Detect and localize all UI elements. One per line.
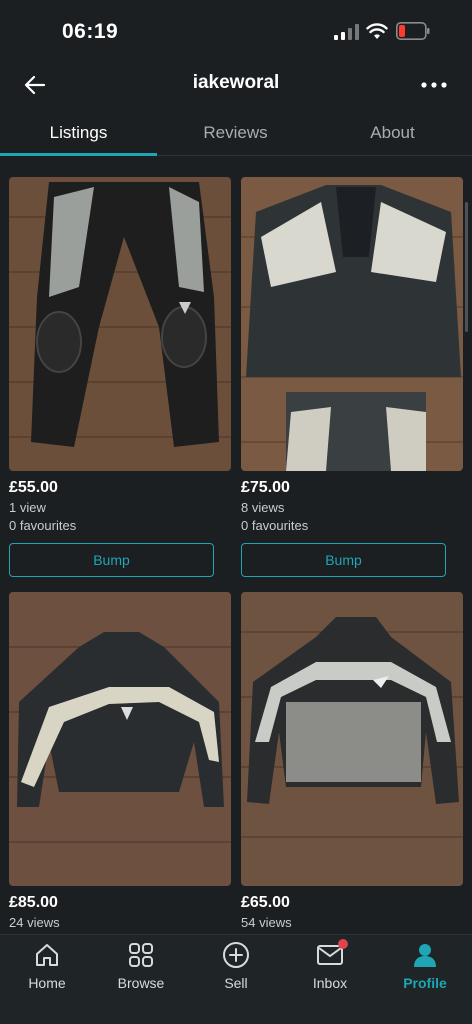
listing-price: £55.00: [9, 479, 58, 496]
listing-views: 1 view: [9, 500, 46, 515]
listing-card[interactable]: £85.00 24 views: [9, 592, 231, 930]
nav-profile[interactable]: Profile: [378, 941, 472, 1001]
bump-button[interactable]: Bump: [9, 543, 214, 577]
nav-label: Inbox: [312, 975, 348, 991]
listing-photo[interactable]: [241, 177, 463, 471]
tab-about[interactable]: About: [314, 110, 471, 156]
tab-reviews[interactable]: Reviews: [157, 110, 314, 156]
tab-indicator: [0, 153, 157, 156]
plus-circle-icon: [222, 941, 250, 969]
listing-photo[interactable]: [9, 177, 231, 471]
nav-sell[interactable]: Sell: [189, 941, 283, 1001]
nav-label: Profile: [403, 975, 447, 991]
textile-jacket-image: [241, 592, 463, 886]
listing-views: 54 views: [241, 915, 292, 930]
listing-photo[interactable]: [241, 592, 463, 886]
listing-card[interactable]: £75.00 8 views 0 favourites Bump: [241, 177, 463, 577]
bottom-nav: Home Browse Sell Inbox Profile: [0, 934, 472, 1024]
listing-price: £65.00: [241, 894, 290, 911]
wifi-icon: [366, 23, 388, 39]
nav-browse[interactable]: Browse: [94, 941, 188, 1001]
listing-card[interactable]: £65.00 54 views: [241, 592, 463, 930]
scrollbar[interactable]: [465, 202, 468, 332]
home-icon: [33, 941, 61, 969]
mail-icon: [316, 939, 348, 969]
listing-favourites: 0 favourites: [241, 518, 309, 533]
listing-price: £85.00: [9, 894, 58, 911]
nav-inbox[interactable]: Inbox: [283, 939, 377, 1001]
more-dots-icon: [421, 82, 447, 88]
battery-icon: [396, 22, 430, 40]
notification-badge: [338, 939, 348, 949]
listing-card[interactable]: £55.00 1 view 0 favourites Bump: [9, 177, 231, 577]
listing-views: 24 views: [9, 915, 60, 930]
listings-grid: £55.00 1 view 0 favourites Bump £75.00 8…: [9, 177, 464, 935]
leather-trousers-image: [9, 177, 231, 471]
top-bar: iakeworal: [0, 62, 472, 106]
more-options-button[interactable]: [414, 72, 454, 98]
nav-label: Browse: [117, 975, 165, 991]
grid-icon: [127, 941, 155, 969]
page-title: iakeworal: [192, 72, 280, 93]
person-icon: [411, 941, 439, 969]
leather-jacket-image: [9, 592, 231, 886]
listing-photo[interactable]: [9, 592, 231, 886]
signal-icon: [334, 24, 359, 40]
nav-label: Sell: [224, 975, 248, 991]
listing-favourites: 0 favourites: [9, 518, 77, 533]
listing-price: £75.00: [241, 479, 290, 496]
leather-suit-image: [241, 177, 463, 471]
listing-views: 8 views: [241, 500, 285, 515]
status-time: 06:19: [62, 20, 119, 43]
status-bar: 06:19: [0, 0, 472, 62]
tab-listings[interactable]: Listings: [0, 110, 157, 156]
profile-tabs: Listings Reviews About: [0, 110, 472, 156]
nav-label: Home: [28, 975, 66, 991]
bump-button[interactable]: Bump: [241, 543, 446, 577]
nav-home[interactable]: Home: [0, 941, 94, 1001]
